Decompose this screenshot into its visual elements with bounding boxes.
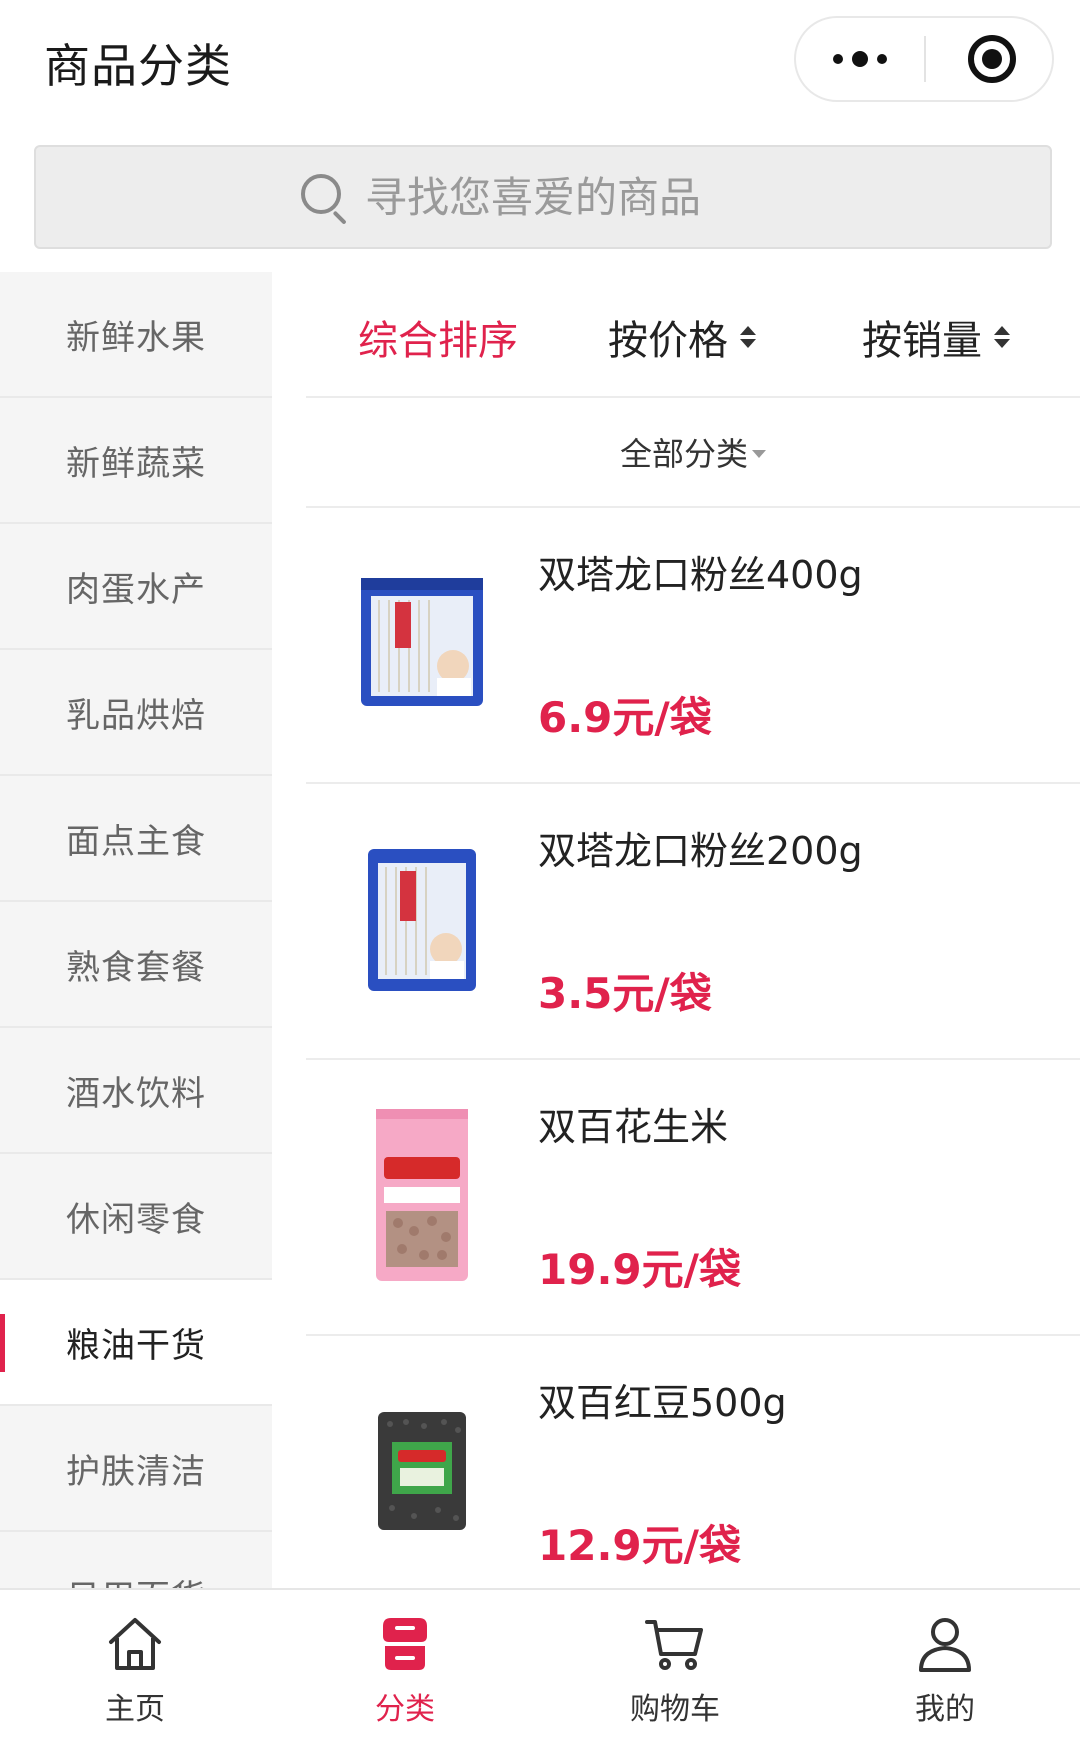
category-page: 商品分类 新鲜水果 新鲜蔬菜 肉蛋水产 乳品烘焙 面点主食 熟食套餐 酒水饮料 … bbox=[0, 0, 1080, 1740]
tab-profile[interactable]: 我的 bbox=[810, 1590, 1080, 1740]
product-image-vermicelli-400g bbox=[342, 548, 502, 738]
sort-by-price-label: 按价格 bbox=[608, 318, 728, 364]
sidebar-item-dairy-bakery[interactable]: 乳品烘焙 bbox=[0, 650, 272, 776]
tab-cart[interactable]: 购物车 bbox=[540, 1590, 810, 1740]
product-name: 双塔龙口粉丝200g bbox=[538, 829, 863, 873]
sidebar-item-skincare-cleaning[interactable]: 护肤清洁 bbox=[0, 1406, 272, 1532]
caret-down-icon bbox=[752, 450, 766, 458]
home-icon bbox=[109, 1618, 161, 1670]
sidebar-item-cooked-meals[interactable]: 熟食套餐 bbox=[0, 902, 272, 1028]
sort-comprehensive-tab[interactable]: 综合排序 bbox=[358, 308, 518, 366]
search-icon bbox=[301, 174, 347, 225]
tab-category-label: 分类 bbox=[375, 1692, 435, 1727]
sidebar-item-fresh-fruit[interactable]: 新鲜水果 bbox=[0, 272, 272, 398]
product-price: 19.9元/袋 bbox=[538, 1245, 741, 1294]
product-name: 双塔龙口粉丝400g bbox=[538, 553, 863, 597]
category-filter-label: 全部分类 bbox=[619, 435, 748, 473]
product-image-peanuts bbox=[342, 1100, 502, 1290]
category-icon bbox=[383, 1618, 427, 1670]
product-list-panel: 综合排序 按价格 按销量 全部分类 双塔龙口粉丝400g 6.9元/袋 双塔龙口… bbox=[272, 272, 1080, 1590]
product-item[interactable]: 双塔龙口粉丝400g 6.9元/袋 bbox=[306, 508, 1080, 784]
nav-header: 商品分类 bbox=[0, 0, 1080, 130]
tab-profile-label: 我的 bbox=[915, 1692, 975, 1727]
sidebar-item-fresh-vegetables[interactable]: 新鲜蔬菜 bbox=[0, 398, 272, 524]
category-sidebar: 新鲜水果 新鲜蔬菜 肉蛋水产 乳品烘焙 面点主食 熟食套餐 酒水饮料 休闲零食 … bbox=[0, 272, 272, 1590]
product-item[interactable]: 双百红豆500g 12.9元/袋 bbox=[306, 1336, 1080, 1590]
product-price: 6.9元/袋 bbox=[538, 693, 712, 742]
sidebar-item-drinks[interactable]: 酒水饮料 bbox=[0, 1028, 272, 1154]
product-item[interactable]: 双百花生米 19.9元/袋 bbox=[306, 1060, 1080, 1336]
category-filter-dropdown[interactable]: 全部分类 bbox=[306, 398, 1080, 508]
sidebar-item-daily-goods[interactable]: 日用百货 bbox=[0, 1532, 272, 1590]
cart-icon bbox=[645, 1620, 703, 1670]
sort-bar: 综合排序 按价格 按销量 bbox=[306, 272, 1080, 398]
sort-comprehensive-label: 综合排序 bbox=[358, 318, 518, 364]
sidebar-item-meat-eggs-seafood[interactable]: 肉蛋水产 bbox=[0, 524, 272, 650]
more-menu-icon[interactable] bbox=[796, 18, 924, 100]
sidebar-item-noodles-staples[interactable]: 面点主食 bbox=[0, 776, 272, 902]
close-target-icon[interactable] bbox=[968, 35, 1016, 83]
sort-by-sales-label: 按销量 bbox=[862, 318, 982, 364]
tab-category[interactable]: 分类 bbox=[270, 1590, 540, 1740]
user-icon bbox=[919, 1618, 971, 1672]
search-bar[interactable] bbox=[34, 145, 1052, 249]
bottom-tab-bar: 主页 分类 购物车 我的 bbox=[0, 1588, 1080, 1740]
sidebar-item-grain-oil-dry-goods[interactable]: 粮油干货 bbox=[0, 1280, 272, 1406]
product-item[interactable]: 双塔龙口粉丝200g 3.5元/袋 bbox=[306, 784, 1080, 1060]
sort-by-sales-tab[interactable]: 按销量 bbox=[862, 308, 1010, 366]
product-price: 3.5元/袋 bbox=[538, 969, 712, 1018]
capsule-divider bbox=[924, 36, 926, 82]
tab-cart-label: 购物车 bbox=[630, 1692, 720, 1727]
tab-home-label: 主页 bbox=[105, 1692, 165, 1727]
sidebar-item-snacks[interactable]: 休闲零食 bbox=[0, 1154, 272, 1280]
product-price: 12.9元/袋 bbox=[538, 1521, 741, 1570]
sort-by-price-tab[interactable]: 按价格 bbox=[608, 308, 756, 366]
product-name: 双百红豆500g bbox=[538, 1381, 787, 1425]
sort-arrows-icon bbox=[740, 326, 756, 348]
product-image-vermicelli-200g bbox=[342, 824, 502, 1014]
tab-home[interactable]: 主页 bbox=[0, 1590, 270, 1740]
product-name: 双百花生米 bbox=[538, 1105, 729, 1149]
product-image-red-beans bbox=[342, 1376, 502, 1566]
sort-arrows-icon bbox=[994, 326, 1010, 348]
search-input[interactable] bbox=[365, 172, 785, 222]
page-title: 商品分类 bbox=[44, 39, 232, 93]
mini-program-capsule bbox=[794, 16, 1054, 102]
